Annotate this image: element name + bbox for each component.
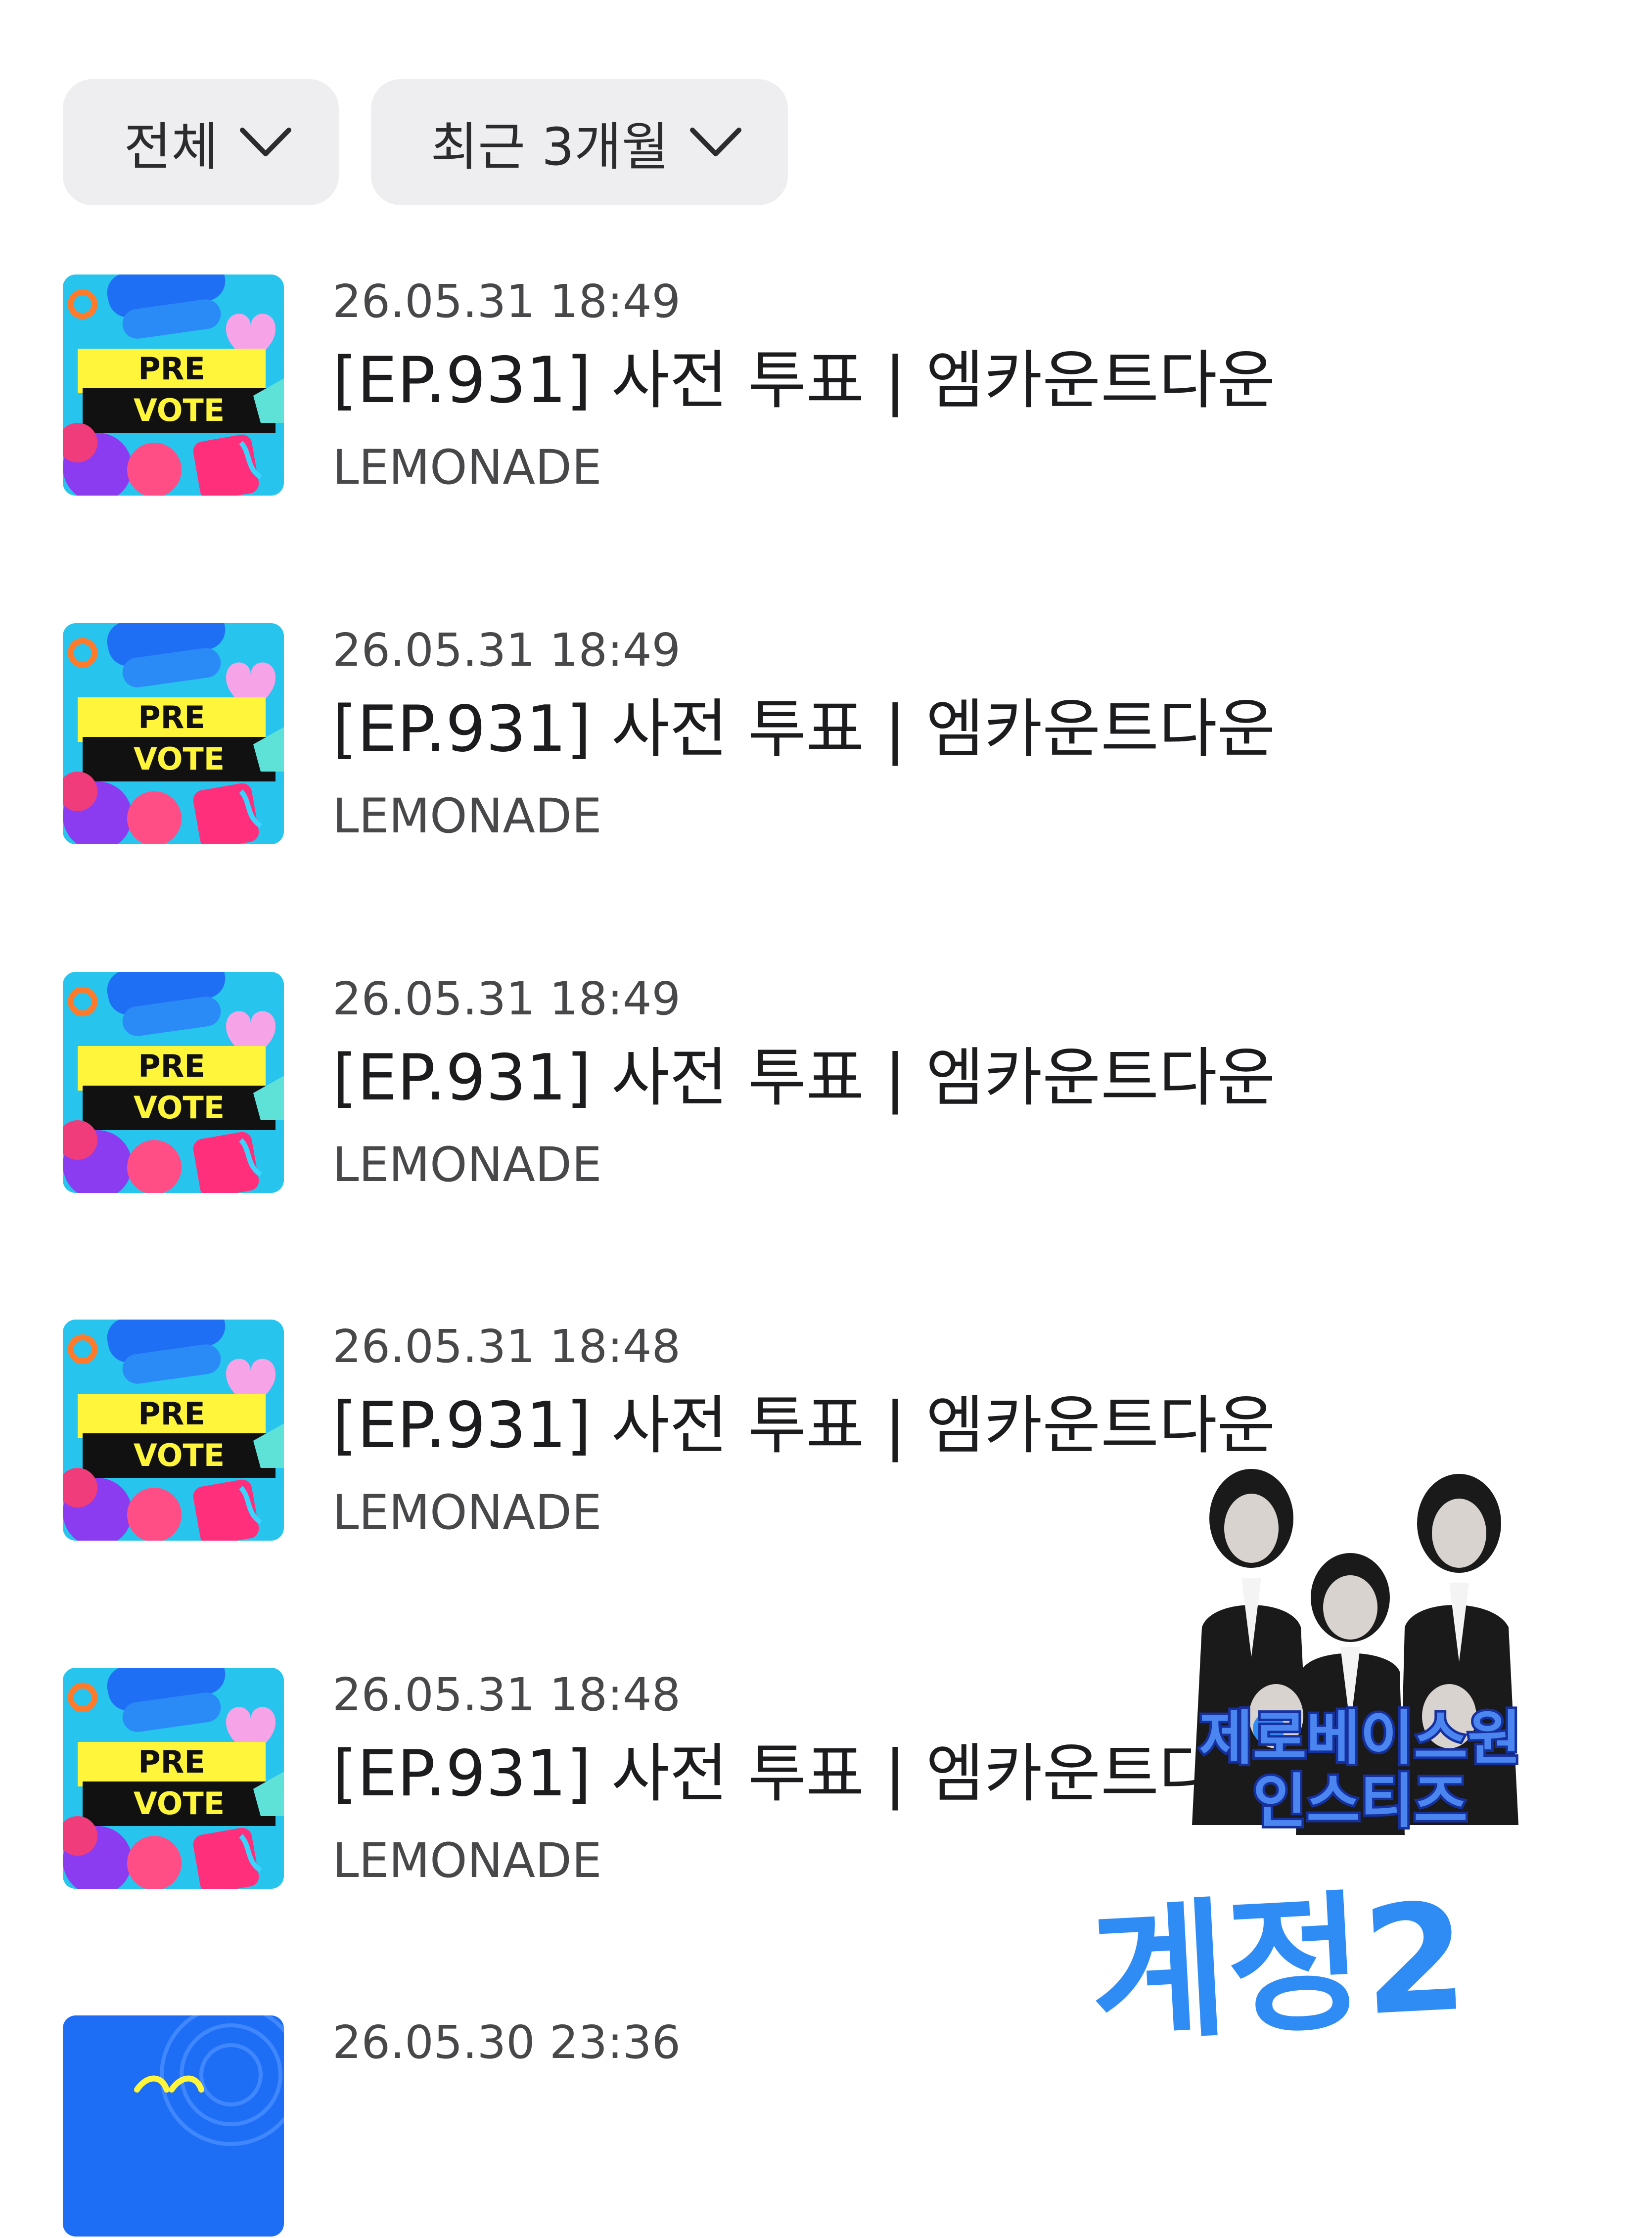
item-title: [EP.931] 사전 투표 | 엠카운트다운 [332, 1389, 1276, 1462]
item-channel: LEMONADE [332, 440, 602, 495]
pre-vote-thumbnail: PRE VOTE [63, 1320, 284, 1541]
list-item[interactable]: PRE VOTE 26.05.31 18:49 [EP.931] 사전 투표 |… [63, 972, 1349, 1194]
thumbnail-line2: VOTE [134, 741, 225, 777]
list-item[interactable]: PRE VOTE 26.05.31 18:48 [EP.931] 사전 투표 |… [63, 1668, 1349, 1890]
pre-vote-thumbnail: PRE VOTE [63, 972, 284, 1193]
item-date: 26.05.31 18:49 [332, 624, 681, 677]
thumbnail-line2: VOTE [134, 1437, 225, 1473]
item-date: 26.05.30 23:36 [332, 2016, 681, 2069]
sticker-line1: 제로베이스원 [1196, 1704, 1523, 1772]
pre-vote-thumbnail: PRE VOTE [63, 1668, 284, 1889]
list-item[interactable]: PRE VOTE 26.05.31 18:48 [EP.931] 사전 투표 |… [63, 1320, 1349, 1542]
list-item[interactable]: PRE VOTE 26.05.31 18:49 [EP.931] 사전 투표 |… [63, 623, 1349, 846]
sticker-caption: 제로베이스원 인스티즈 [1157, 1704, 1563, 1835]
thumbnail-line2: VOTE [134, 1785, 225, 1822]
item-date: 26.05.31 18:48 [332, 1668, 681, 1721]
item-date: 26.05.31 18:49 [332, 972, 681, 1025]
thumbnail-line1: PRE [138, 1744, 205, 1780]
thumbnail-line1: PRE [138, 699, 205, 735]
list-item[interactable]: PRE VOTE 26.05.31 18:49 [EP.931] 사전 투표 |… [63, 274, 1349, 497]
pre-vote-thumbnail: PRE VOTE [63, 274, 284, 496]
event-thumbnail [63, 2015, 284, 2237]
thumbnail-line1: PRE [138, 1048, 205, 1084]
sticker-line2: 인스티즈 [1250, 1767, 1470, 1835]
item-title: [EP.931] 사전 투표 | 엠카운트다운 [332, 692, 1276, 766]
handwritten-note: 계정2 [999, 1870, 1558, 2057]
item-channel: LEMONADE [332, 788, 602, 844]
item-channel: LEMONADE [332, 1485, 602, 1540]
item-date: 26.05.31 18:49 [332, 275, 681, 328]
thumbnail-line1: PRE [138, 351, 205, 387]
item-channel: LEMONADE [332, 1137, 602, 1192]
thumbnail-line2: VOTE [134, 1090, 225, 1126]
thumbnail-line1: PRE [138, 1396, 205, 1432]
item-title: [EP.931] 사전 투표 | 엠카운트다운 [332, 1737, 1276, 1811]
item-title: [EP.931] 사전 투표 | 엠카운트다운 [332, 1041, 1276, 1115]
item-channel: LEMONADE [332, 1833, 602, 1888]
pre-vote-thumbnail: PRE VOTE [63, 623, 284, 844]
item-date: 26.05.31 18:48 [332, 1320, 681, 1373]
item-title: [EP.931] 사전 투표 | 엠카운트다운 [332, 344, 1276, 417]
thumbnail-line2: VOTE [134, 392, 225, 428]
handwritten-note-text: 계정2 [1086, 1871, 1471, 2057]
